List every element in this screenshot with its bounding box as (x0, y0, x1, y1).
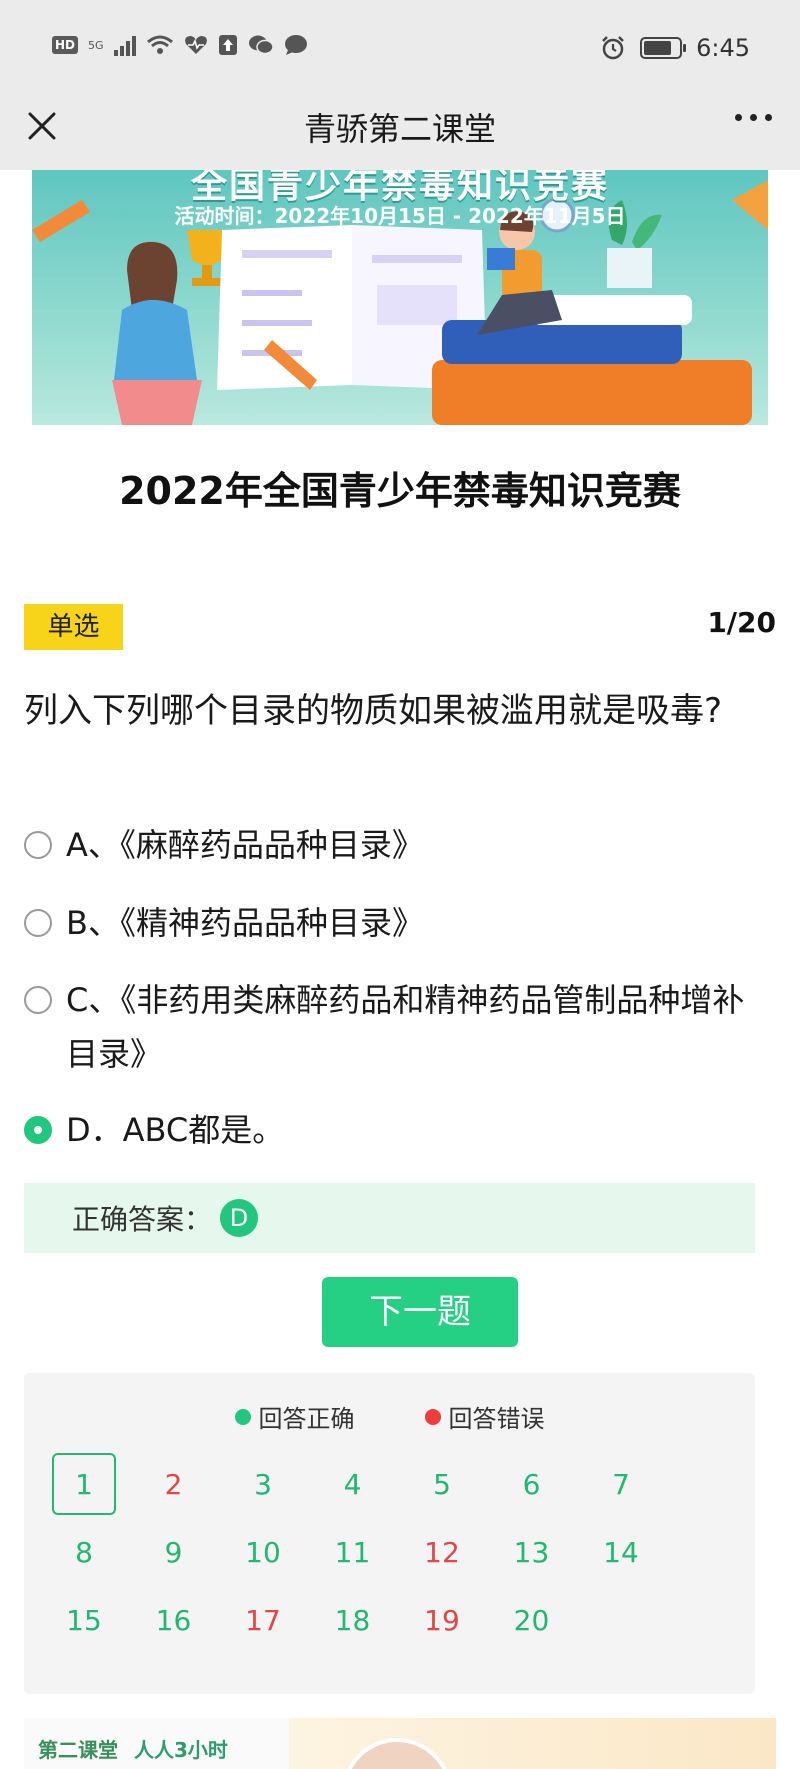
hd-badge: HD (52, 36, 79, 54)
question-number-6[interactable]: 6 (500, 1453, 564, 1515)
page-title: 青骄第二课堂 (303, 110, 496, 148)
question-number-7[interactable]: 7 (589, 1453, 653, 1515)
clock-time: 6:45 (696, 34, 750, 62)
legend-wrong-label: 回答错误 (448, 1405, 545, 1433)
question-number-8[interactable]: 8 (52, 1521, 116, 1583)
question-number-1[interactable]: 1 (52, 1453, 116, 1515)
ad-brand-area: 第二课堂 人人3小时 (24, 1718, 289, 1769)
question-number-13[interactable]: 13 (500, 1521, 564, 1583)
option-a[interactable]: A、《麻醉药品品种目录》 (24, 818, 784, 872)
question-number-3[interactable]: 3 (231, 1453, 295, 1515)
contest-banner: 全国青少年禁毒知识竞赛 活动时间：2022年10月15日 - 2022年11月5… (32, 170, 768, 425)
question-type-badge: 单选 (24, 604, 123, 650)
status-bar: HD 5G 6:45 (0, 0, 800, 100)
status-right: 6:45 (600, 34, 750, 62)
legend-correct: 回答正确 (234, 1399, 355, 1434)
option-label: D．ABC都是。 (66, 1111, 285, 1149)
red-dot-icon (424, 1408, 441, 1425)
option-b[interactable]: B、《精神药品品种目录》 (24, 896, 784, 950)
contest-title: 2022年全国青少年禁毒知识竞赛 (119, 469, 681, 513)
nav-bar: 青骄第二课堂 (0, 100, 800, 170)
status-left: HD 5G (52, 34, 308, 56)
question-number-10[interactable]: 10 (231, 1521, 295, 1583)
option-d[interactable]: D．ABC都是。 (24, 1103, 784, 1157)
question-number-20[interactable]: 20 (500, 1589, 564, 1651)
question-number-5[interactable]: 5 (410, 1453, 474, 1515)
wifi-icon (146, 34, 174, 56)
radio-icon[interactable] (24, 831, 52, 859)
bottom-ad-banner[interactable]: 第二课堂 人人3小时 (24, 1718, 776, 1769)
wechat-icon (248, 34, 274, 56)
question-number-12[interactable]: 12 (410, 1521, 474, 1583)
answer-sheet: 回答正确 回答错误 1 2 3 4 5 6 7 8 9 10 11 12 13 14 15 16 17 18 19 2… (24, 1373, 755, 1694)
question-number-18[interactable]: 18 (321, 1589, 385, 1651)
next-question-button[interactable]: 下一题 (322, 1277, 518, 1347)
question-number-2[interactable]: 2 (142, 1453, 206, 1515)
question-number-17[interactable]: 17 (231, 1589, 295, 1651)
app-header: HD 5G 6:45 青骄第二课堂 (0, 0, 800, 170)
option-label: B、《精神药品品种目录》 (66, 904, 424, 942)
option-c[interactable]: C、《非药用类麻醉药品和精神药品管制品种增补目录》 (24, 973, 776, 1081)
upload-icon (218, 34, 238, 56)
banner-dates: 活动时间：2022年10月15日 - 2022年11月5日 (174, 204, 626, 228)
question-text: 列入下列哪个目录的物质如果被滥用就是吸毒? (24, 691, 723, 731)
signal-icon (113, 34, 136, 56)
question-number-19[interactable]: 19 (410, 1589, 474, 1651)
question-number-11[interactable]: 11 (321, 1521, 385, 1583)
battery-icon (640, 37, 687, 59)
correct-answer-bar: 正确答案： D (24, 1183, 755, 1253)
ad-brand-slogan: 人人3小时 (134, 1737, 228, 1762)
legend-correct-label: 回答正确 (258, 1405, 355, 1433)
alarm-icon (600, 35, 626, 61)
radio-icon[interactable] (24, 986, 52, 1014)
correct-answer-value: D (220, 1199, 259, 1237)
message-icon (284, 34, 308, 56)
question-number-15[interactable]: 15 (52, 1589, 116, 1651)
more-horizontal-icon[interactable] (735, 114, 772, 121)
correct-answer-label: 正确答案： (72, 1203, 213, 1236)
question-number-16[interactable]: 16 (142, 1589, 206, 1651)
option-label: A、《麻醉药品品种目录》 (66, 826, 424, 864)
radio-checked-icon[interactable] (24, 1116, 52, 1144)
question-number-4[interactable]: 4 (321, 1453, 385, 1515)
radio-icon[interactable] (24, 909, 52, 937)
question-number-9[interactable]: 9 (142, 1521, 206, 1583)
ad-brand-logo: 第二课堂 (38, 1737, 118, 1762)
answer-legend: 回答正确 回答错误 (24, 1399, 755, 1434)
green-dot-icon (234, 1408, 251, 1425)
heart-rate-icon (184, 34, 208, 56)
legend-wrong: 回答错误 (424, 1399, 545, 1434)
question-number-14[interactable]: 14 (589, 1521, 653, 1583)
question-counter: 1/20 (707, 606, 776, 639)
network-type: 5G (88, 38, 104, 52)
option-label: C、《非药用类麻醉药品和精神药品管制品种增补目录》 (66, 981, 745, 1073)
